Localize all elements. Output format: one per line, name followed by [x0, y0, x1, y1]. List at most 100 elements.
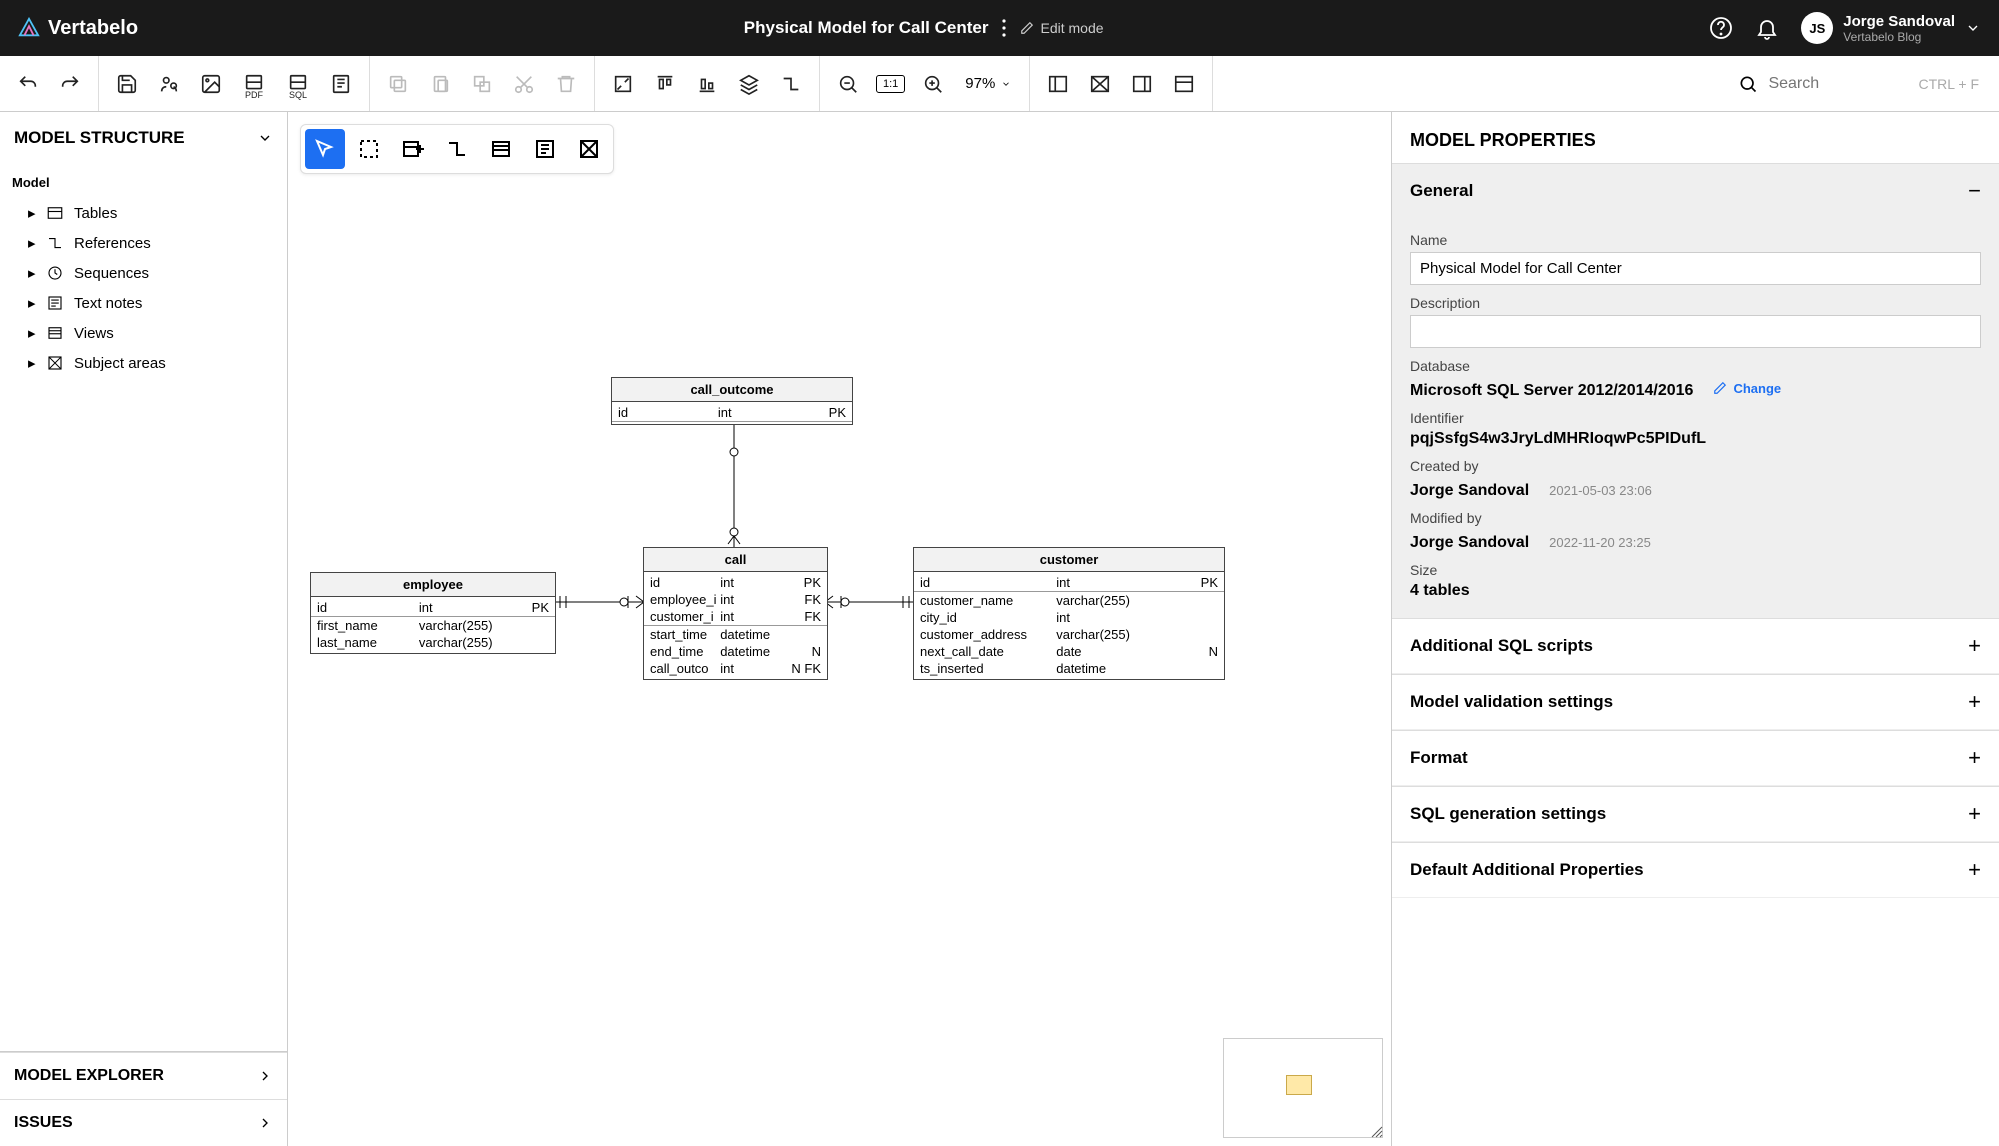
section-general-header[interactable]: General − [1392, 164, 1999, 218]
logo-icon [18, 17, 40, 39]
tree-item-sequences[interactable]: ▸Sequences [12, 258, 275, 288]
zoom-in-button[interactable] [919, 70, 947, 98]
minimap-viewport [1286, 1075, 1312, 1095]
ref-icon [46, 234, 64, 252]
save-button[interactable] [113, 70, 141, 98]
paste-button[interactable] [426, 70, 454, 98]
panel-layout-1-button[interactable] [1044, 70, 1072, 98]
column-type: date [1056, 644, 1182, 659]
search-input[interactable] [1768, 75, 1908, 93]
model-explorer-header[interactable]: MODEL EXPLORER [0, 1052, 287, 1099]
align-bottom-button[interactable] [693, 70, 721, 98]
note-icon [46, 294, 64, 312]
table-column[interactable]: city_idint [914, 609, 1224, 626]
table-column[interactable]: next_call_datedateN [914, 643, 1224, 660]
column-type: int [1056, 575, 1182, 590]
xml-export-button[interactable] [327, 70, 355, 98]
column-type: int [1056, 610, 1182, 625]
delete-button[interactable] [552, 70, 580, 98]
section-label: Default Additional Properties [1410, 860, 1644, 880]
table-column[interactable]: ts_inserteddatetime [914, 660, 1224, 677]
modified-by-date: 2022-11-20 23:25 [1549, 535, 1651, 550]
bell-icon[interactable] [1755, 16, 1779, 40]
layers-button[interactable] [735, 70, 763, 98]
sql-export-button[interactable]: SQL [283, 70, 313, 98]
tree-item-subject-areas[interactable]: ▸Subject areas [12, 348, 275, 378]
table-column[interactable]: customer_namevarchar(255) [914, 592, 1224, 609]
column-name: employee_i [650, 592, 720, 607]
section-model-validation-settings-header[interactable]: Model validation settings+ [1392, 675, 1999, 730]
redo-button[interactable] [56, 70, 84, 98]
tree-item-tables[interactable]: ▸Tables [12, 198, 275, 228]
table-customer[interactable]: customer idintPKcustomer_namevarchar(255… [913, 547, 1225, 680]
chevron-down-icon [1965, 20, 1981, 36]
table-column[interactable]: start_timedatetime [644, 626, 827, 643]
table-call[interactable]: call idintPKemployee_iintFKcustomer_iint… [643, 547, 828, 680]
align-top-button[interactable] [651, 70, 679, 98]
section-sql-generation-settings-header[interactable]: SQL generation settings+ [1392, 787, 1999, 842]
section-default-additional-properties-header[interactable]: Default Additional Properties+ [1392, 843, 1999, 898]
table-employee[interactable]: employee idintPKfirst_namevarchar(255)la… [310, 572, 556, 654]
name-input[interactable] [1410, 252, 1981, 285]
help-icon[interactable] [1709, 16, 1733, 40]
caret-icon: ▸ [28, 234, 36, 252]
table-title: call_outcome [612, 378, 852, 402]
change-database-link[interactable]: Change [1713, 381, 1781, 396]
tree-root[interactable]: Model [12, 175, 275, 190]
top-bar: Vertabelo Physical Model for Call Center… [0, 0, 1999, 56]
zoom-level-dropdown[interactable]: 97% [961, 75, 1015, 92]
column-key [513, 618, 549, 633]
main-toolbar: PDF SQL 1:1 97% CTRL + F [0, 56, 1999, 112]
tree-item-text-notes[interactable]: ▸Text notes [12, 288, 275, 318]
pdf-export-button[interactable]: PDF [239, 70, 269, 98]
section-format-header[interactable]: Format+ [1392, 731, 1999, 786]
panel-layout-2-button[interactable] [1086, 70, 1114, 98]
size-value: 4 tables [1410, 582, 1981, 600]
table-column[interactable]: employee_iintFK [644, 591, 827, 608]
column-name: id [317, 600, 419, 615]
brand-logo[interactable]: Vertabelo [18, 17, 138, 40]
search-icon [1738, 74, 1758, 94]
column-key [513, 635, 549, 650]
zoom-out-button[interactable] [834, 70, 862, 98]
table-column[interactable]: idintPK [644, 574, 827, 591]
model-structure-header[interactable]: MODEL STRUCTURE [0, 112, 287, 165]
panel-layout-3-button[interactable] [1128, 70, 1156, 98]
resize-handle-icon[interactable] [1370, 1125, 1384, 1139]
column-key [1182, 627, 1218, 642]
panel-layout-4-button[interactable] [1170, 70, 1198, 98]
chevron-right-icon [257, 1115, 273, 1131]
table-column[interactable]: idintPK [612, 404, 852, 422]
table-column[interactable]: last_namevarchar(255) [311, 634, 555, 651]
kebab-icon[interactable] [1002, 19, 1006, 37]
table-column[interactable]: call_outcointN FK [644, 660, 827, 677]
table-column[interactable]: customer_addressvarchar(255) [914, 626, 1224, 643]
duplicate-button[interactable] [468, 70, 496, 98]
column-type: int [720, 592, 785, 607]
tree-item-views[interactable]: ▸Views [12, 318, 275, 348]
share-button[interactable] [155, 70, 183, 98]
tree-body: Model ▸Tables▸References▸Sequences▸Text … [0, 165, 287, 1051]
description-input[interactable] [1410, 315, 1981, 348]
cut-button[interactable] [510, 70, 538, 98]
table-column[interactable]: first_namevarchar(255) [311, 617, 555, 634]
issues-header[interactable]: ISSUES [0, 1099, 287, 1146]
table-column[interactable]: customer_iintFK [644, 608, 827, 626]
minimap[interactable] [1223, 1038, 1383, 1138]
table-column[interactable]: idintPK [311, 599, 555, 617]
table-column[interactable]: end_timedatetimeN [644, 643, 827, 660]
copy-button[interactable] [384, 70, 412, 98]
image-export-button[interactable] [197, 70, 225, 98]
section-additional-sql-scripts-header[interactable]: Additional SQL scripts+ [1392, 619, 1999, 674]
expand-button[interactable] [609, 70, 637, 98]
undo-button[interactable] [14, 70, 42, 98]
zoom-ratio-button[interactable]: 1:1 [876, 75, 905, 93]
table-column[interactable]: idintPK [914, 574, 1224, 592]
canvas[interactable]: call_outcome idintPK call idintPKemploye… [288, 112, 1391, 1146]
table-title: employee [311, 573, 555, 597]
table-call-outcome[interactable]: call_outcome idintPK [611, 377, 853, 425]
tree-item-references[interactable]: ▸References [12, 228, 275, 258]
user-menu[interactable]: JS Jorge Sandoval Vertabelo Blog [1801, 12, 1981, 44]
route-button[interactable] [777, 70, 805, 98]
edit-mode-toggle[interactable]: Edit mode [1020, 20, 1103, 36]
